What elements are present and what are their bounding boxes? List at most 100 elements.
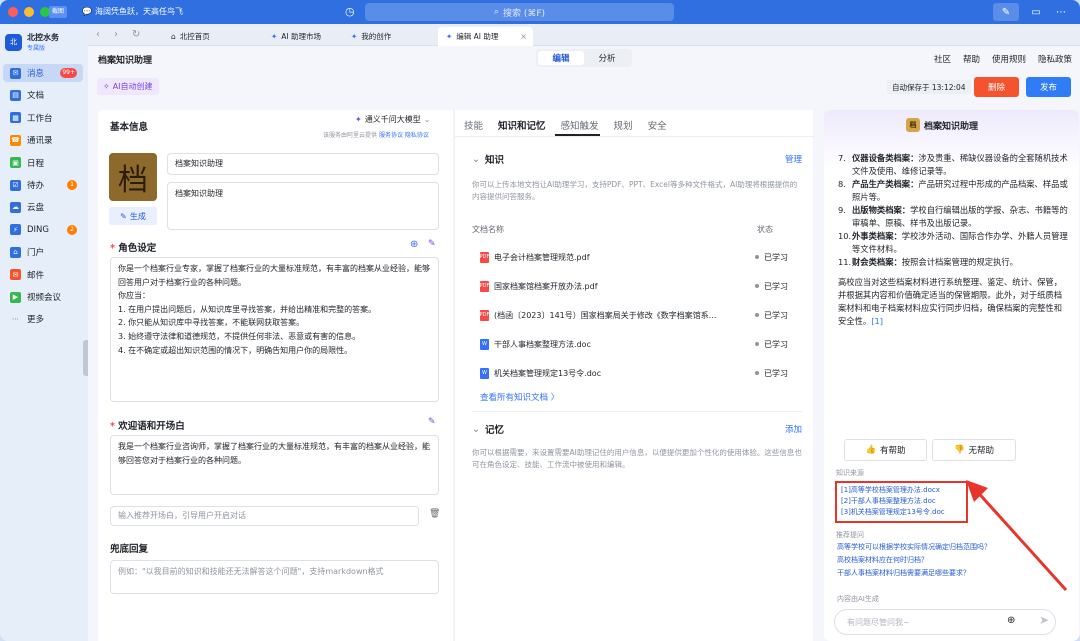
manage-knowledge-link[interactable]: 管理 [785,153,802,165]
memory-section-toggle[interactable]: ⌄ 记忆 [472,422,504,437]
knowledge-panel: 技能 知识和记忆 感知触发 规划 安全 ⌄ 知识 管理 你可以上传本地文档让AI助… [454,110,814,641]
suggested-question[interactable]: 高校档案材料应在何时归档？ [837,555,928,565]
knowledge-doc-row[interactable]: W 机关档案管理规定13号令.doc 已学习 [480,366,805,380]
generate-avatar-button[interactable]: ✎ 生成 [109,207,157,225]
status-dot [755,255,759,259]
sidebar-item-ding[interactable]: ⚡ DING 2 [3,221,83,239]
knowledge-doc-row[interactable]: PDF 国家档案馆档案开放办法.pdf 已学习 [480,279,805,293]
history-icon[interactable]: ◷ [345,5,355,18]
screen-icon[interactable]: ▭ [1025,3,1047,21]
knowledge-doc-row[interactable]: PDF (档函〔2023〕141号）国家档案局关于修改《数字档案馆系... 已学习 [480,308,805,322]
welcome-textarea[interactable]: 我是一个档案行业咨询师，掌握了档案行业的大量标准规范，有丰富的档案从业经验，能够… [110,435,439,495]
sources-box: [1]高等学校档案管理办法.docx [2]干部人事档案整理方法.doc [3]… [835,481,968,523]
name-field[interactable]: 档案知识助理 [167,153,439,175]
view-all-docs-link[interactable]: 查看所有知识文档 〉 [480,391,559,403]
user-status[interactable]: 💬 海阔凭鱼跃，天高任鸟飞 [82,6,183,17]
chevron-down-icon: ⌄ [472,423,480,435]
pdf-file-icon: PDF [480,251,489,263]
minimize-window-button[interactable] [24,7,34,17]
role-title: * 角色设定 [110,243,157,254]
ai-auto-create-button[interactable]: ✧ AI自动创建 [97,78,159,95]
source-link[interactable]: [2]干部人事档案整理方法.doc [841,496,962,507]
tab-my-creations[interactable]: ✦ 我的创作 [343,27,441,46]
knowledge-doc-row[interactable]: PDF 电子会计档案管理规范.pdf 已学习 [480,250,805,264]
memory-title: 记忆 [484,425,504,436]
ai-tab-icon: ✦ [351,32,358,41]
app-window: 截图 💬 海阔凭鱼跃，天高任鸟飞 ◷ ⌕ 搜索 (⌘F) ✎ ▭ ⋯ 北 北控水务 … [0,0,1080,641]
basic-settings-panel: 基本信息 ✦ 通义千问大模型 ⌄ 该服务由阿里云提供 服务协议 隐私协议 档 ✎ 生成… [98,110,453,641]
chat-input[interactable]: 有问题尽管问我~ [834,609,1056,635]
add-memory-link[interactable]: 添加 [785,423,802,435]
usage-rules-link[interactable]: 使用规则 [992,53,1026,65]
community-link[interactable]: 社区 [934,53,951,65]
ai-tool-icon[interactable]: ✎ [993,3,1019,21]
knowledge-section-toggle[interactable]: ⌄ 知识 [472,152,504,167]
doc-status: 已学习 [764,339,788,349]
send-icon[interactable]: ➤ [1039,613,1049,627]
service-agreement-link[interactable]: 服务协议 [379,132,403,139]
ai-optimize-icon[interactable]: ✎ [428,417,436,427]
fallback-textarea[interactable]: 例如："以我目前的知识和技能还无法解答这个问题"，支持markdown格式 [110,560,439,594]
list-heading: 外事类档案： [852,230,902,241]
tab-edit-ai-assistant[interactable]: ✦ 编辑 AI 助理 × [438,27,533,46]
screenshot-badge[interactable]: 截图 [49,6,68,18]
org-switcher[interactable]: 北 北控水务 专属版 [5,32,59,52]
unhelpful-button[interactable]: 👎 无帮助 [932,439,1016,461]
list-heading: 财会类档案： [852,256,902,267]
privacy-link[interactable]: 隐私政策 [1038,53,1072,65]
tab-skills[interactable]: 技能 [464,118,483,132]
publish-button[interactable]: 发布 [1026,77,1071,97]
tab-edit[interactable]: 编辑 [538,51,584,65]
close-tab-icon[interactable]: × [520,32,527,41]
source-link[interactable]: [1]高等学校档案管理办法.docx [841,485,962,496]
help-link[interactable]: 帮助 [963,53,980,65]
doc-status: 已学习 [764,252,788,262]
source-link[interactable]: [3]机关档案管理规定13号令.doc [841,507,962,518]
sidebar-item-more[interactable]: ⋯ 更多 [3,310,83,328]
sidebar-item-calendar[interactable]: ▣ 日程 [3,154,83,172]
sidebar-item-video-meeting[interactable]: ▶ 视频会议 [3,288,83,306]
privacy-agreement-link[interactable]: 隐私协议 [405,132,429,139]
tab-security[interactable]: 安全 [648,118,667,132]
list-heading: 产品生产类档案： [852,178,919,189]
sidebar-item-mail[interactable]: ✉ 邮件 [3,266,83,284]
recommend-opening-input[interactable]: 输入推荐开场白，引导用户开启对话 [110,506,419,526]
assistant-avatar[interactable]: 档 [109,153,157,201]
sidebar-item-docs[interactable]: ▤ 文档 [3,86,83,104]
tab-home[interactable]: ⌂ 北控首页 [163,27,261,46]
ai-optimize-icon[interactable]: ✎ [428,239,436,249]
back-icon[interactable]: ‹ [96,29,100,40]
refresh-icon[interactable]: ↻ [132,29,140,40]
sidebar-item-cloud-drive[interactable]: ☁ 云盘 [3,198,83,216]
description-field[interactable]: 档案知识助理 [167,182,439,230]
tab-perception-trigger[interactable]: 感知触发 [561,118,599,132]
model-selector[interactable]: ✦ 通义千问大模型 ⌄ [355,114,430,125]
sidebar-item-messages[interactable]: ✉ 消息 99+ [3,64,83,82]
suggested-question[interactable]: 干部人事档案材料归档需要满足哪些要求？ [837,568,970,578]
role-textarea[interactable]: 你是一个档案行业专家，掌握了档案行业的大量标准规范，有丰富的档案从业经验，能够回… [110,257,439,402]
helpful-button[interactable]: 👍 有帮助 [844,439,927,461]
attach-plus-icon[interactable]: ⊕ [1007,615,1015,626]
status-text: 海阔凭鱼跃，天高任鸟飞 [94,7,183,16]
close-window-button[interactable] [8,7,18,17]
more-icon[interactable]: ⋯ [1050,3,1072,21]
delete-button[interactable]: 删除 [974,77,1019,97]
tab-planning[interactable]: 规划 [614,118,633,132]
add-icon[interactable]: ⊕ [410,239,418,250]
wand-icon: ✎ [120,211,127,221]
citation-link[interactable]: [1] [871,316,883,326]
knowledge-doc-row[interactable]: W 干部人事档案整理方法.doc 已学习 [480,337,805,351]
more-icon: ⋯ [12,315,19,324]
tab-analyze[interactable]: 分析 [584,51,630,65]
tab-knowledge-memory[interactable]: 知识和记忆 [498,118,546,132]
sidebar-item-workbench[interactable]: ▦ 工作台 [3,109,83,127]
forward-icon[interactable]: › [114,29,118,40]
trash-icon[interactable]: 🗑 [429,509,440,519]
sidebar-item-label: 文档 [27,91,45,102]
sidebar-item-portal[interactable]: ⌂ 门户 [3,243,83,261]
global-search[interactable]: ⌕ 搜索 (⌘F) [365,3,674,21]
sidebar-item-todo[interactable]: ☑ 待办 1 [3,176,83,194]
sidebar-item-label: 通讯录 [27,136,53,147]
list-number: 8. [838,178,846,189]
sidebar-item-contacts[interactable]: ☎ 通讯录 [3,131,83,149]
